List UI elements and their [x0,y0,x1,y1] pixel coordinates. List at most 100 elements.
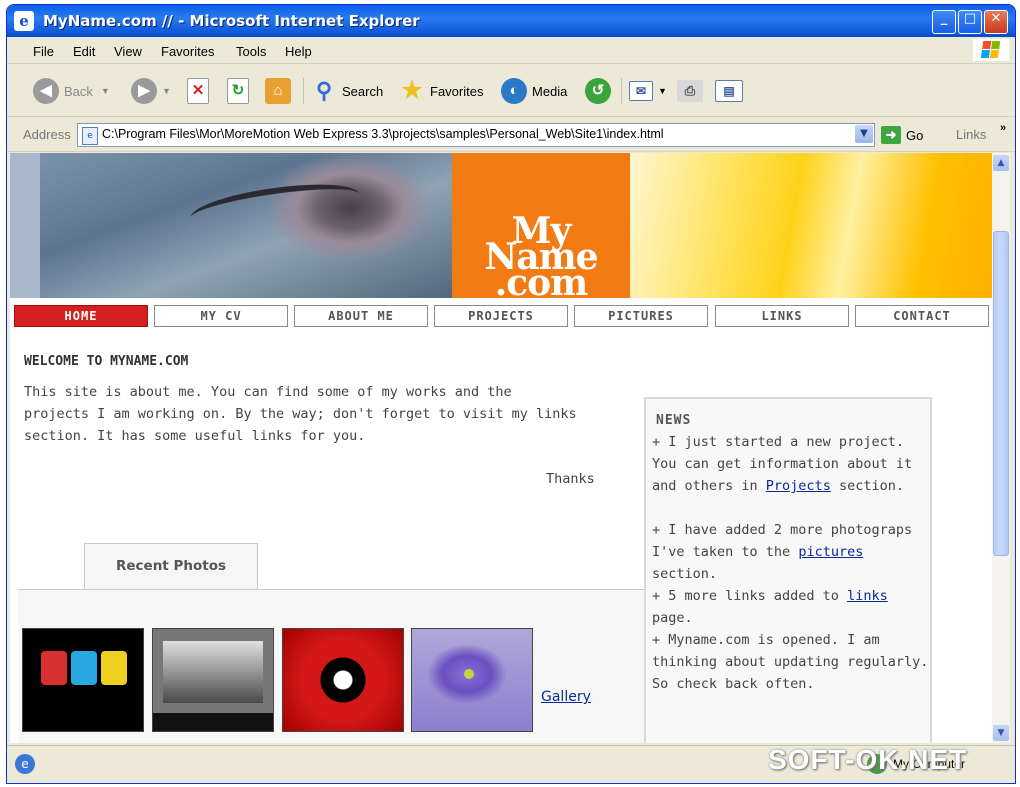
photo-thumbnail-dice[interactable] [22,628,144,732]
back-arrow-icon: ◀ [33,78,59,104]
search-icon: ⚲ [315,78,333,103]
printer-icon: ⎙ [677,80,703,102]
media-globe-icon: ◐ [501,78,527,104]
site-banner: My Name .com [10,153,992,304]
links-chevron-icon[interactable]: » [1000,122,1006,134]
pictures-link[interactable]: pictures [798,544,863,560]
refresh-button[interactable]: ↻ [227,76,254,106]
address-input[interactable]: e C:\Program Files\Mor\MoreMotion Web Ex… [77,123,875,147]
search-button[interactable]: ⚲ Search [311,76,383,106]
news-text: + 5 more links added to [652,588,848,604]
menu-view[interactable]: View [114,44,142,59]
scroll-up-icon[interactable]: ▲ [993,155,1009,171]
back-button[interactable]: ◀ Back ▼ [33,76,110,106]
maximize-button[interactable]: □ [958,10,982,34]
window-title: MyName.com // - Microsoft Internet Explo… [43,12,420,30]
toolbar-separator [303,78,304,104]
news-item: + 5 more links added to links page. [652,585,932,629]
nav-pictures[interactable]: PICTURES [574,305,708,327]
watermark: SOFT-OK.NET [768,744,968,775]
photo-thumbnail-people[interactable] [152,628,274,732]
news-text: page. [652,610,693,626]
nav-about-me[interactable]: ABOUT ME [294,305,428,327]
title-bar: e MyName.com // - Microsoft Internet Exp… [7,5,1015,37]
ie-icon: e [14,11,34,31]
links-label[interactable]: Links [956,127,986,142]
news-text: section. [652,566,718,582]
projects-link[interactable]: Projects [766,478,831,494]
nav-home[interactable]: HOME [14,305,148,327]
print-button[interactable]: ⎙ [677,76,708,106]
menu-edit[interactable]: Edit [73,44,95,59]
welcome-heading: WELCOME TO MYNAME.COM [24,354,189,369]
site-logo[interactable]: My Name .com [452,213,630,304]
mail-icon: ✉ [629,81,653,101]
toolbar-separator [621,78,622,104]
eye-photo [40,153,452,298]
nav-links[interactable]: LINKS [715,305,849,327]
banner-strip [10,153,40,298]
nav-projects[interactable]: PROJECTS [434,305,568,327]
stop-button[interactable]: ✕ [187,76,214,106]
back-dropdown-icon: ▼ [100,86,110,96]
photo-thumbnail-red-tunnel[interactable] [282,628,404,732]
scroll-down-icon[interactable]: ▼ [993,725,1009,741]
back-label: Back [64,83,93,99]
nav-contact[interactable]: CONTACT [855,305,989,327]
mail-dropdown-icon: ▼ [658,86,667,96]
tab-recent-photos[interactable]: Recent Photos [84,543,258,592]
news-panel: NEWS + I just started a new project. You… [644,397,932,743]
favorites-label: Favorites [430,83,484,99]
thanks-text: Thanks [546,471,595,487]
news-text: + I have added 2 more photograps I've ta… [652,522,913,560]
favorites-star-icon: ★ [401,77,423,104]
scroll-thumb[interactable] [993,231,1009,556]
media-button[interactable]: ◐ Media [501,76,567,106]
gallery-link[interactable]: Gallery [541,689,591,705]
menu-favorites[interactable]: Favorites [161,44,214,59]
history-icon: ↺ [585,78,611,104]
logo-block: My Name .com [452,153,630,304]
forward-button[interactable]: ▶ ▼ [131,76,171,106]
refresh-icon: ↻ [227,78,249,104]
go-label: Go [906,127,924,143]
search-label: Search [342,83,384,99]
address-dropdown-icon[interactable]: ▼ [855,125,873,143]
vertical-scrollbar[interactable]: ▲ ▼ [992,153,1010,743]
menu-help[interactable]: Help [285,44,312,59]
news-item: + I just started a new project. You can … [652,431,932,497]
forward-dropdown-icon: ▼ [162,86,171,96]
welcome-text: This site is about me. You can find some… [24,384,577,444]
home-icon: ⌂ [265,78,291,104]
minimize-button[interactable]: _ [932,10,956,34]
news-text: section. [830,478,904,494]
address-label: Address [23,127,71,142]
stop-icon: ✕ [187,78,209,104]
menu-bar: File Edit View Favorites Tools Help [7,37,1015,64]
mail-button[interactable]: ✉ ▼ [629,76,667,106]
favorites-button[interactable]: ★ Favorites [399,76,483,106]
page-icon: e [82,127,98,145]
home-button[interactable]: ⌂ [265,76,296,106]
page-content: My Name .com HOME MY CV ABOUT ME PROJECT… [10,153,992,743]
go-arrow-icon: ➜ [881,126,901,144]
browser-window: e MyName.com // - Microsoft Internet Exp… [6,4,1016,784]
standard-toolbar: ◀ Back ▼ ▶ ▼ ✕ ↻ ⌂ ⚲ Search ★ Favorites … [7,64,1015,117]
forward-arrow-icon: ▶ [131,78,157,104]
edit-button[interactable]: ▤ [715,76,748,106]
nav-my-cv[interactable]: MY CV [154,305,288,327]
links-link[interactable]: links [847,588,888,604]
media-label: Media [532,83,568,99]
logo-line-3: .com [494,262,589,304]
menu-file[interactable]: File [33,44,54,59]
go-button[interactable]: ➜ Go [881,126,923,144]
history-button[interactable]: ↺ [585,76,616,106]
close-button[interactable]: ✕ [984,10,1008,34]
photo-thumbnail-violet[interactable] [411,628,533,732]
page-status-icon: e [15,754,35,774]
address-bar: Address e C:\Program Files\Mor\MoreMotio… [7,117,1015,152]
address-url: C:\Program Files\Mor\MoreMotion Web Expr… [102,127,664,141]
news-item: + Myname.com is opened. I am thinking ab… [652,632,929,692]
menu-tools[interactable]: Tools [236,44,266,59]
recent-photos-panel [18,589,644,743]
